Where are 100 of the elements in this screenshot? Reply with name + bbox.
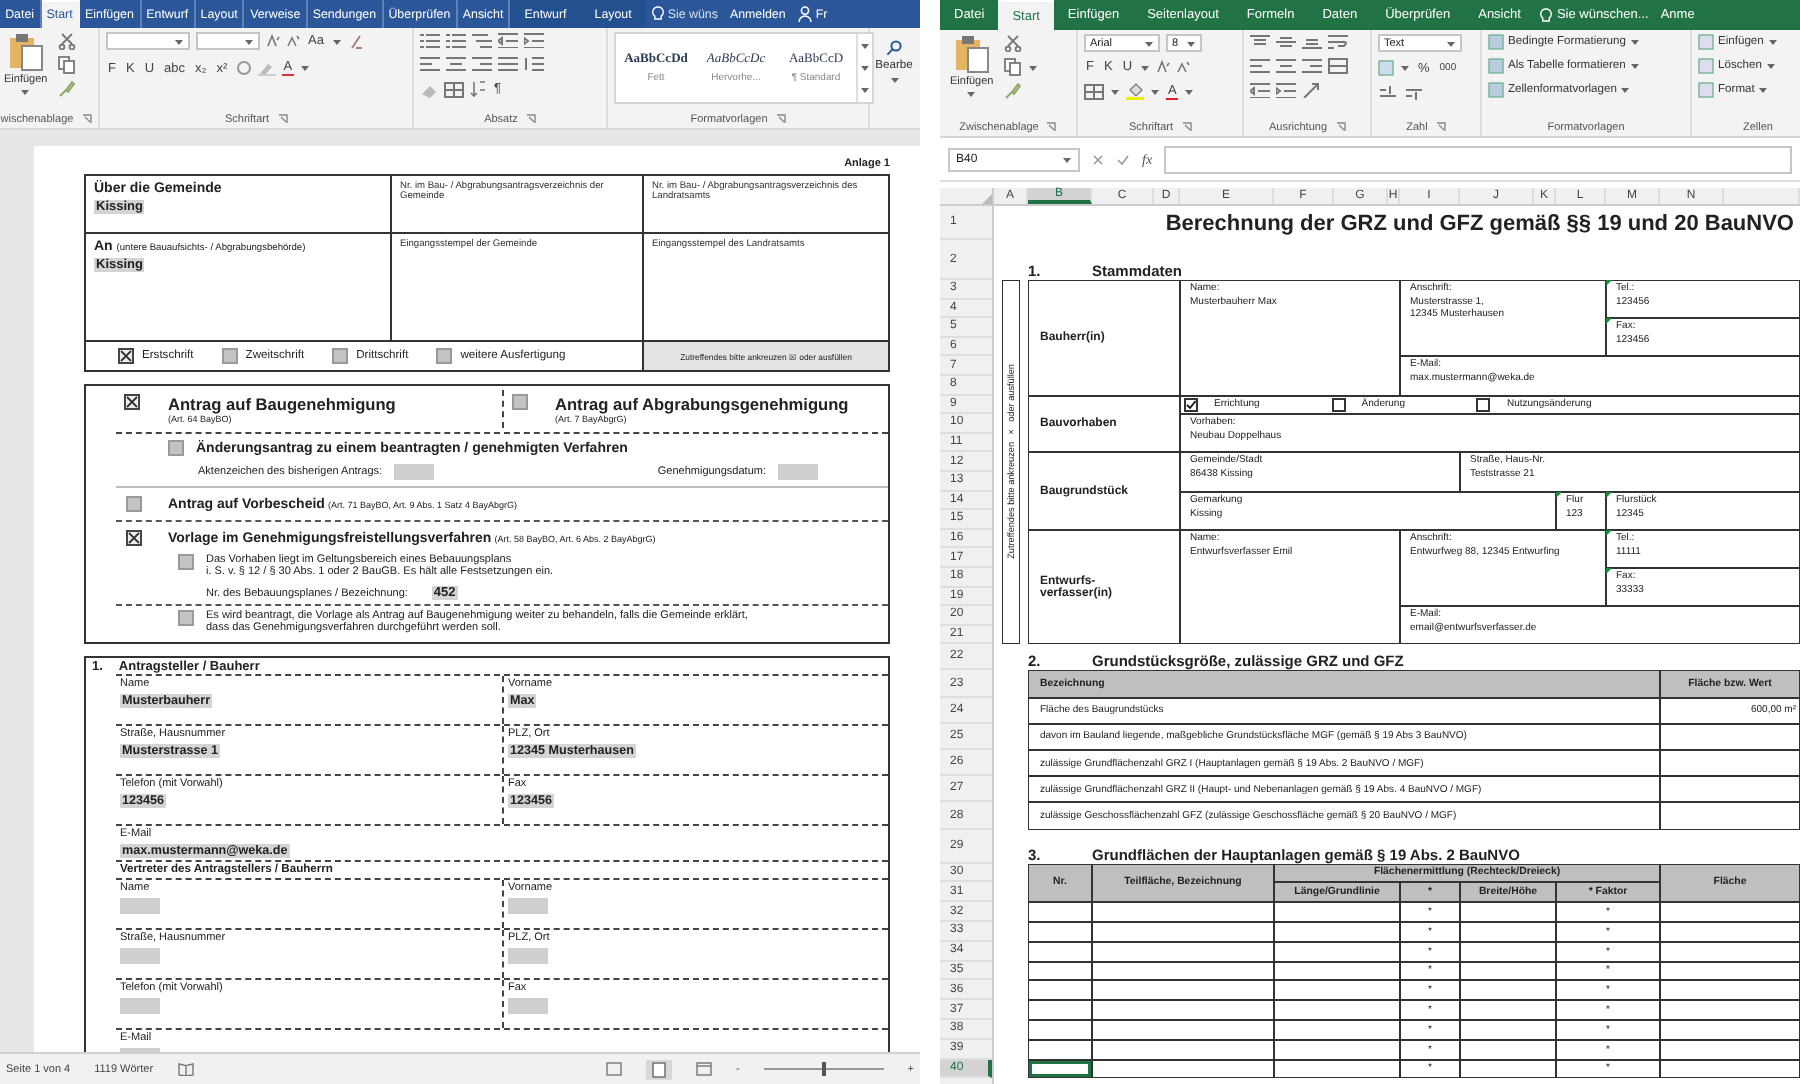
sort-icon[interactable] xyxy=(470,80,486,98)
caret-icon[interactable] xyxy=(20,88,31,96)
caret-icon[interactable] xyxy=(1062,155,1072,163)
cancel-icon[interactable] xyxy=(1092,153,1104,165)
checkbox[interactable] xyxy=(124,394,140,410)
checkbox[interactable] xyxy=(1184,397,1198,412)
input-field[interactable] xyxy=(508,948,548,964)
align-left-icon[interactable] xyxy=(420,56,440,72)
align-top-icon[interactable] xyxy=(1250,34,1270,50)
launcher-icon[interactable] xyxy=(1335,122,1346,132)
align-center-icon[interactable] xyxy=(1276,58,1296,74)
scissors-icon[interactable] xyxy=(57,32,76,50)
checkbox[interactable] xyxy=(178,610,194,626)
caret-icon[interactable] xyxy=(1027,63,1038,71)
borders-icon[interactable] xyxy=(444,81,464,97)
launcher-icon[interactable] xyxy=(1046,122,1057,132)
align-right-icon[interactable] xyxy=(472,56,492,72)
read-mode-icon[interactable] xyxy=(605,1062,622,1076)
print-layout-icon[interactable] xyxy=(651,1061,666,1077)
grow-font-icon[interactable] xyxy=(266,34,280,48)
checkbox[interactable] xyxy=(168,440,184,456)
checkbox[interactable] xyxy=(511,394,527,410)
multilevel-list-icon[interactable] xyxy=(472,32,492,48)
font-name-field[interactable] xyxy=(106,32,190,50)
borders-icon[interactable] xyxy=(1084,83,1104,99)
wrap-text-icon[interactable] xyxy=(1328,34,1348,50)
caret-icon[interactable] xyxy=(860,63,870,72)
decrease-indent-icon[interactable] xyxy=(1250,82,1270,98)
clipboard-icon[interactable] xyxy=(7,32,44,72)
checkbox[interactable] xyxy=(1476,397,1491,412)
caret-icon[interactable] xyxy=(1150,87,1160,95)
checkbox[interactable] xyxy=(118,348,134,364)
input-field[interactable] xyxy=(120,898,160,914)
input-field[interactable] xyxy=(394,464,435,480)
caret-icon[interactable] xyxy=(860,41,870,50)
caret-icon[interactable] xyxy=(1140,63,1151,71)
align-bottom-icon[interactable] xyxy=(1302,34,1322,50)
launcher-icon[interactable] xyxy=(277,114,287,124)
increase-indent-icon[interactable] xyxy=(1276,82,1296,98)
checkbox[interactable] xyxy=(436,348,453,364)
caret-icon[interactable] xyxy=(1758,86,1769,94)
caret-icon[interactable] xyxy=(1400,64,1410,72)
lightbulb-icon[interactable] xyxy=(651,6,664,22)
caret-icon[interactable] xyxy=(300,64,311,72)
clipboard-icon[interactable] xyxy=(953,34,990,74)
fill-color-icon[interactable] xyxy=(1126,82,1144,100)
copy-icon[interactable] xyxy=(1003,58,1022,76)
bullet-list-icon[interactable] xyxy=(420,32,440,48)
launcher-icon[interactable] xyxy=(1181,122,1191,132)
checkbox[interactable] xyxy=(126,496,142,512)
shrink-font-icon[interactable] xyxy=(286,34,300,48)
input-field[interactable] xyxy=(120,998,160,1014)
font-size-field[interactable] xyxy=(196,32,260,50)
slider-thumb[interactable] xyxy=(821,1062,826,1076)
clear-formatting-icon[interactable] xyxy=(347,33,364,49)
numbered-list-icon[interactable] xyxy=(446,32,466,48)
caret-icon[interactable] xyxy=(1629,38,1640,46)
caret-icon[interactable] xyxy=(889,76,899,84)
caret-icon[interactable] xyxy=(1765,62,1776,70)
checkbox[interactable] xyxy=(332,348,349,364)
orientation-icon[interactable] xyxy=(1302,82,1322,98)
increase-decimal-icon[interactable] xyxy=(1378,84,1398,100)
align-center-icon[interactable] xyxy=(446,56,466,72)
justify-icon[interactable] xyxy=(498,56,518,72)
align-right-icon[interactable] xyxy=(1302,58,1322,74)
align-left-icon[interactable] xyxy=(1250,58,1270,74)
checkbox[interactable] xyxy=(178,554,194,570)
caret-icon[interactable] xyxy=(1110,87,1120,95)
caret-icon[interactable] xyxy=(244,37,254,45)
input-field[interactable] xyxy=(778,464,818,480)
format-painter-icon[interactable] xyxy=(57,80,76,98)
formula-input[interactable] xyxy=(1164,145,1792,173)
caret-icon[interactable] xyxy=(1767,38,1778,46)
scissors-icon[interactable] xyxy=(1003,34,1022,52)
format-painter-icon[interactable] xyxy=(1003,82,1022,100)
input-field[interactable] xyxy=(120,948,160,964)
align-middle-icon[interactable] xyxy=(1276,34,1296,50)
caret-icon[interactable] xyxy=(1629,62,1640,70)
input-field[interactable] xyxy=(508,998,548,1014)
merge-cells-icon[interactable] xyxy=(1328,58,1348,74)
caret-icon[interactable] xyxy=(1186,39,1196,47)
decrease-indent-icon[interactable] xyxy=(498,32,518,48)
decrease-decimal-icon[interactable] xyxy=(1404,84,1424,100)
checkbox[interactable] xyxy=(1331,397,1346,412)
input-field[interactable] xyxy=(508,898,548,914)
launcher-icon[interactable] xyxy=(1435,122,1446,132)
book-icon[interactable] xyxy=(177,1062,194,1076)
web-layout-icon[interactable] xyxy=(695,1062,712,1076)
launcher-icon[interactable] xyxy=(525,114,536,124)
caret-icon[interactable] xyxy=(1144,39,1154,47)
person-icon[interactable] xyxy=(797,6,812,22)
caret-icon[interactable] xyxy=(174,37,184,45)
checkbox[interactable] xyxy=(126,530,142,546)
increase-indent-icon[interactable] xyxy=(524,32,544,48)
lightbulb-icon[interactable] xyxy=(1540,7,1553,23)
grow-font-icon[interactable] xyxy=(1156,60,1171,74)
caret-icon[interactable] xyxy=(860,86,870,95)
caret-icon[interactable] xyxy=(1446,39,1456,47)
active-cell[interactable] xyxy=(1028,1059,1092,1079)
caret-icon[interactable] xyxy=(966,90,977,98)
